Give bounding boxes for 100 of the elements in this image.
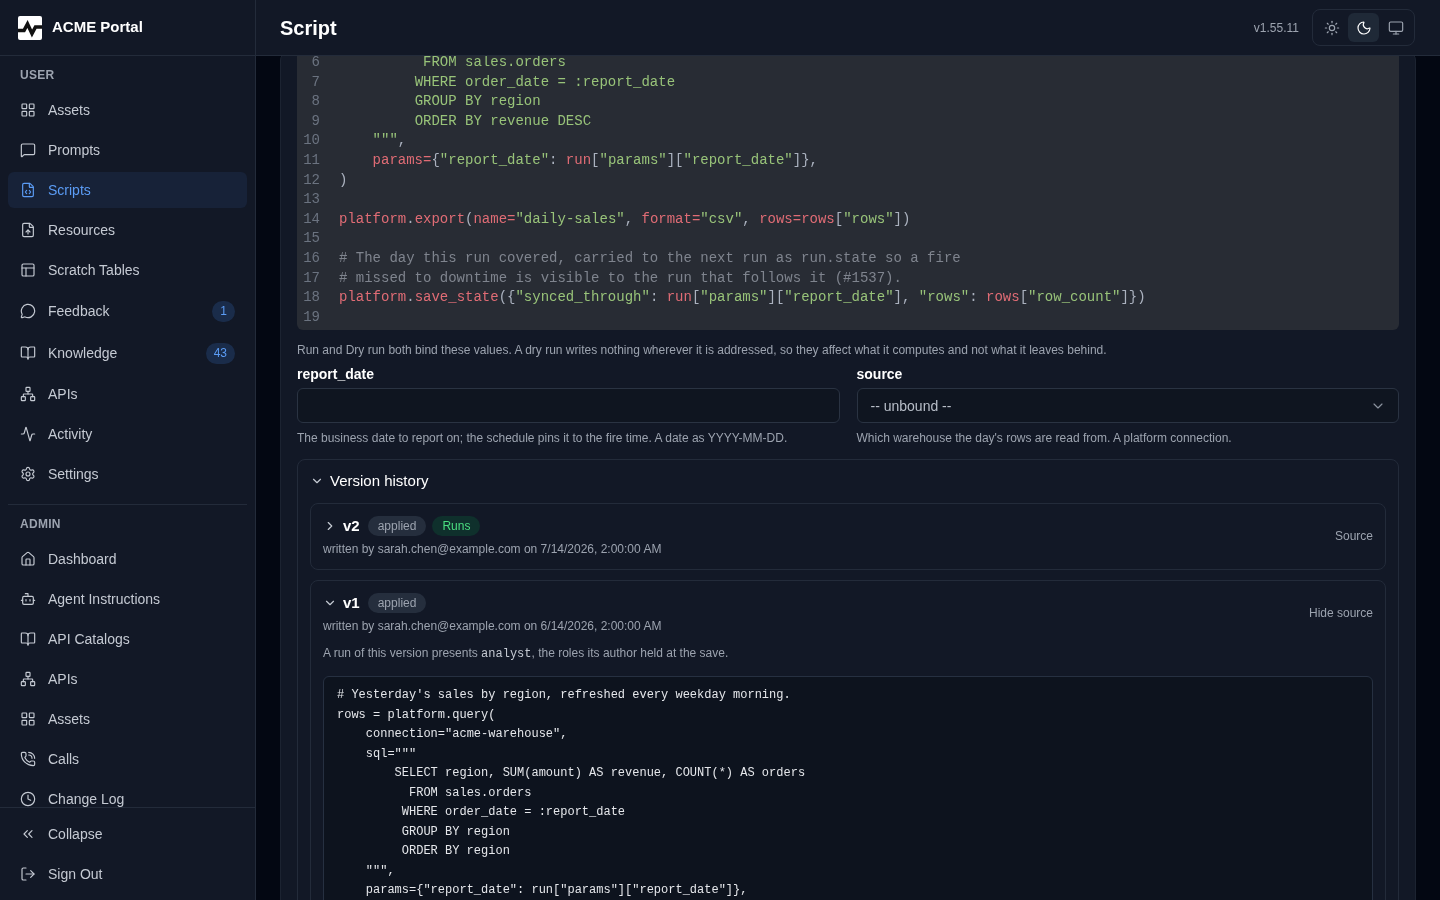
line-number: 10 [303, 131, 320, 151]
source-toggle[interactable]: Source [1334, 528, 1373, 545]
code-line: WHERE order_date = :report_date [414, 72, 676, 92]
code-line: connection="acme-warehouse", [365, 726, 568, 744]
monitor-icon [1387, 19, 1404, 36]
grid-icon [20, 102, 36, 118]
nav-item[interactable]: Sign Out [8, 856, 247, 892]
status-badge: applied [367, 593, 427, 614]
file-upload-icon [20, 222, 36, 238]
speech-bubble-icon [20, 303, 36, 319]
theme-button[interactable] [1348, 13, 1379, 42]
line-number: 9 [310, 111, 320, 131]
code-line: params={"report_date": run["params"]["report_date"]}, [372, 150, 818, 170]
line-number: 19 [303, 307, 320, 327]
line-number: 8 [310, 92, 320, 112]
nav-item[interactable]: API Catalogs [8, 621, 247, 657]
page-title: Script [280, 15, 337, 41]
select-field[interactable]: -- unbound -- [856, 388, 1399, 424]
nav-item[interactable]: APIs [8, 661, 247, 697]
line-number: 13 [303, 190, 320, 210]
line-number: 14 [303, 209, 320, 229]
chat-bubble-icon [20, 142, 36, 158]
nav-item[interactable]: Feedback 1 [8, 292, 247, 330]
code-line: FROM sales.orders [409, 784, 532, 802]
source-toggle[interactable]: Hide source [1308, 605, 1373, 622]
nav-item[interactable]: Settings [8, 456, 247, 492]
code-line: ) [339, 170, 348, 190]
section-heading: USER [19, 67, 56, 83]
text-input[interactable] [297, 388, 840, 424]
code-line: # Yesterday's sales by region, refreshed every weekday morning. [337, 687, 791, 705]
book-icon [20, 345, 36, 361]
nav-item[interactable]: Scratch Tables [8, 252, 247, 288]
code-line: SELECT region, SUM(amount) AS revenue, COUNT(*) AS orders [394, 765, 806, 783]
code-line: # The day this run covered, carried to the next run as run.state so a fire [339, 248, 961, 268]
line-number: 16 [303, 248, 320, 268]
line-number: 15 [303, 229, 320, 249]
brand-logo-icon [18, 15, 42, 40]
nav-item[interactable]: Calls [8, 741, 247, 777]
section-heading: ADMIN [19, 516, 62, 532]
status-badge: Runs [432, 516, 481, 537]
nav-item[interactable]: Scripts [8, 172, 247, 208]
field-hint: Which warehouse the day's rows are read from. A platform connection. [856, 430, 1233, 447]
line-number: 6 [310, 56, 320, 72]
network-icon [20, 386, 36, 402]
robot-icon [20, 591, 36, 607]
table-icon [20, 262, 36, 278]
nav-item[interactable]: Activity [8, 416, 247, 452]
field-hint: The business date to report on; the schedule pins it to the fire time. A date as YYYY-MM-DD. [297, 430, 789, 447]
nav-item[interactable]: Assets [8, 92, 247, 128]
author-line: written by sarah.chen@example.com on 7/14/2026, 2:00:00 AM [323, 541, 662, 558]
clock-icon [20, 791, 36, 807]
settings-icon [20, 466, 36, 482]
code-line: GROUP BY region [414, 92, 541, 112]
code-line: ORDER BY region [401, 843, 510, 861]
nav-item[interactable]: Assets [8, 701, 247, 737]
moon-icon [1355, 19, 1372, 36]
section-toggle[interactable]: Version history [310, 471, 429, 492]
sun-icon [1323, 19, 1340, 36]
code-line: GROUP BY region [401, 823, 510, 841]
count-badge: 1 [212, 300, 235, 322]
code-file-icon [20, 182, 36, 198]
nav-item[interactable]: APIs [8, 376, 247, 412]
line-number: 7 [310, 72, 320, 92]
help-text: Run and Dry run both bind these values. A dry run writes nothing wherever it is addressed, so they affect what it computes and not what it leaves behind. [297, 342, 1108, 359]
pulse-icon [20, 426, 36, 442]
line-number: 12 [303, 170, 320, 190]
nav-item[interactable]: Collapse [8, 816, 247, 852]
field-label: report_date [297, 365, 376, 385]
count-badge: 43 [205, 342, 235, 364]
nav-item[interactable]: Prompts [8, 132, 247, 168]
sign-out-icon [20, 866, 36, 882]
author-line: written by sarah.chen@example.com on 6/14/2026, 2:00:00 AM [323, 618, 662, 635]
field-label: source [856, 365, 904, 385]
brand-name: ACME Portal [52, 17, 143, 38]
code-line: params={"report_date": run["params"]["report_date"]}, [365, 882, 748, 900]
code-line: sql=""" [365, 745, 417, 763]
nav-item[interactable]: Resources [8, 212, 247, 248]
version-number: v2 [343, 516, 360, 537]
line-number: 17 [303, 268, 320, 288]
code-line: ORDER BY revenue DESC [414, 111, 592, 131]
network-icon [20, 671, 36, 687]
home-icon [20, 551, 36, 567]
version-note: A run of this version presents analyst, the roles its author held at the save. [323, 645, 730, 663]
nav-item[interactable]: Dashboard [8, 541, 247, 577]
code-line: platform.save_state({"synced_through": run["params"]["report_date"], "rows": rows["row_count"]}) [339, 288, 1146, 308]
grid-icon [20, 711, 36, 727]
code-line: WHERE order_date = :report_date [401, 804, 626, 822]
code-line: rows = platform.query( [337, 706, 496, 724]
phone-icon [20, 751, 36, 767]
line-number: 18 [303, 288, 320, 308]
version-label: v1.55.11 [1253, 19, 1299, 36]
code-line: """, [372, 131, 407, 151]
code-line: platform.export(name="daily-sales", format="csv", rows=rows["rows"]) [339, 209, 911, 229]
book-icon [20, 631, 36, 647]
code-line: # missed to downtime is visible to the run that follows it (#1537). [339, 268, 902, 288]
code-line: """, [365, 862, 395, 880]
status-badge: applied [367, 516, 427, 537]
nav-item[interactable]: Change Log [8, 781, 247, 807]
nav-item[interactable]: Agent Instructions [8, 581, 247, 617]
nav-item[interactable]: Knowledge 43 [8, 334, 247, 372]
